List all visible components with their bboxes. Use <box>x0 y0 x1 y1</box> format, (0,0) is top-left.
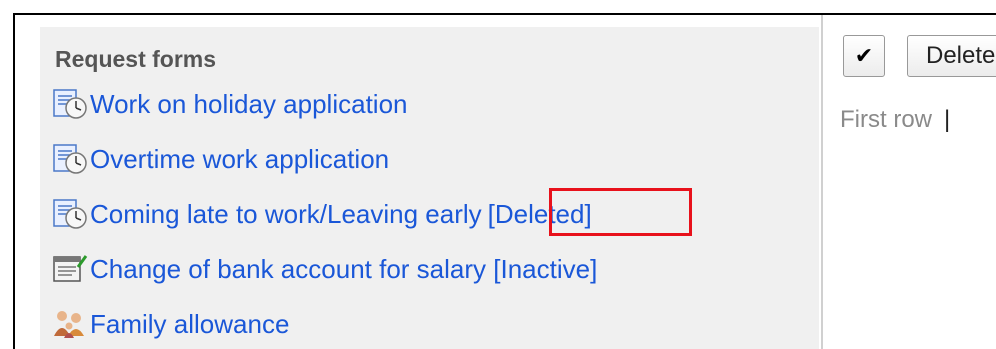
request-forms-panel <box>40 27 819 349</box>
request-form-item[interactable]: Family allowance <box>50 307 289 341</box>
request-form-link[interactable]: Change of bank account for salary [Inact… <box>90 254 597 285</box>
window-frame: Request forms Work on holiday applicatio… <box>13 13 996 349</box>
request-form-item[interactable]: Overtime work application <box>50 142 389 176</box>
family-icon <box>50 308 90 340</box>
clock-form-icon <box>50 143 90 175</box>
select-all-button[interactable]: ✔ <box>843 35 885 77</box>
request-form-link[interactable]: Overtime work application <box>90 144 389 175</box>
paging-separator: | <box>944 106 951 133</box>
panel-divider <box>821 15 823 349</box>
request-form-item[interactable]: Change of bank account for salary [Inact… <box>50 252 597 286</box>
document-pencil-icon <box>50 253 90 285</box>
paging-nav: First row | <box>840 106 950 134</box>
panel-title: Request forms <box>55 46 217 72</box>
request-form-item[interactable]: Coming late to work/Leaving early [Delet… <box>50 197 592 231</box>
clock-form-icon <box>50 198 90 230</box>
highlight-box <box>549 188 692 236</box>
request-form-link[interactable]: Coming late to work/Leaving early <box>90 199 482 230</box>
first-row-link[interactable]: First row <box>840 106 932 133</box>
clock-form-icon <box>50 88 90 120</box>
request-form-item[interactable]: Work on holiday application <box>50 87 407 121</box>
delete-button[interactable]: Delete <box>907 35 996 77</box>
request-form-link[interactable]: Work on holiday application <box>90 89 407 120</box>
request-form-link[interactable]: Family allowance <box>90 309 289 340</box>
